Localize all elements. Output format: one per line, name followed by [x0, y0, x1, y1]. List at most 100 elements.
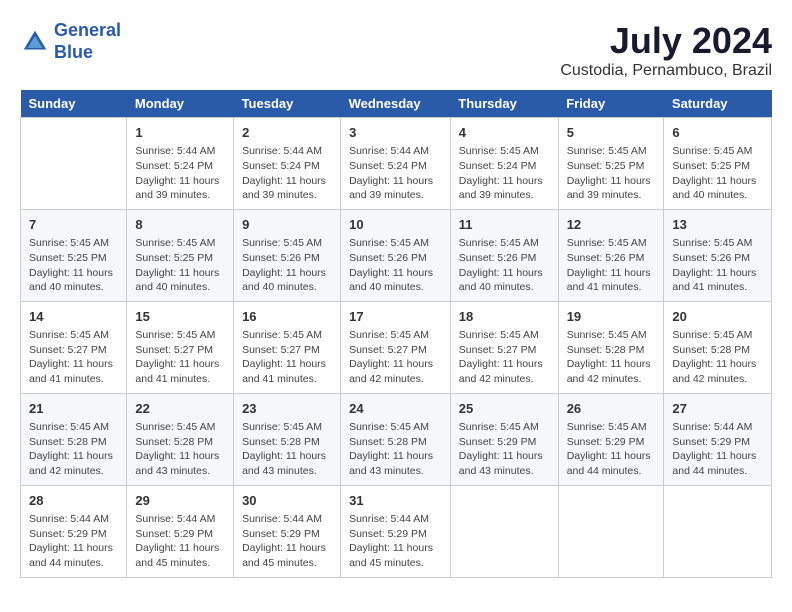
day-info: Sunrise: 5:45 AM Sunset: 5:25 PM Dayligh… [567, 144, 656, 203]
day-number: 27 [672, 400, 763, 418]
day-number: 23 [242, 400, 332, 418]
day-number: 14 [29, 308, 118, 326]
day-number: 2 [242, 124, 332, 142]
day-info: Sunrise: 5:45 AM Sunset: 5:26 PM Dayligh… [672, 236, 763, 295]
day-info: Sunrise: 5:45 AM Sunset: 5:26 PM Dayligh… [459, 236, 550, 295]
day-info: Sunrise: 5:44 AM Sunset: 5:29 PM Dayligh… [349, 512, 442, 571]
day-info: Sunrise: 5:44 AM Sunset: 5:29 PM Dayligh… [672, 420, 763, 479]
calendar-cell: 15Sunrise: 5:45 AM Sunset: 5:27 PM Dayli… [127, 301, 234, 393]
day-info: Sunrise: 5:45 AM Sunset: 5:28 PM Dayligh… [135, 420, 225, 479]
calendar-cell: 9 Sunrise: 5:45 AM Sunset: 5:26 PM Daylig… [234, 209, 341, 301]
day-number: 16 [242, 308, 332, 326]
calendar-cell: 24 Sunrise: 5:45 AM Sunset: 5:28 PM Dayli… [341, 393, 451, 485]
day-number: 28 [29, 492, 118, 510]
calendar-week-3: 14 Sunrise: 5:45 AM Sunset: 5:27 PM Dayli… [21, 301, 772, 393]
day-number: 3 [349, 124, 442, 142]
day-info: Sunrise: 5:45 AM Sunset: 5:26 PM Dayligh… [349, 236, 442, 295]
calendar-week-4: 21 Sunrise: 5:45 AM Sunset: 5:28 PM Dayli… [21, 393, 772, 485]
day-header-tuesday: Tuesday [234, 90, 341, 118]
calendar-cell [664, 485, 772, 577]
day-info: Sunrise: 5:44 AM Sunset: 5:24 PM Dayligh… [349, 144, 442, 203]
day-number: 9 [242, 216, 332, 234]
day-number: 8 [135, 216, 225, 234]
calendar-cell: 18 Sunrise: 5:45 AM Sunset: 5:27 PM Dayli… [450, 301, 558, 393]
day-header-wednesday: Wednesday [341, 90, 451, 118]
day-info: Sunrise: 5:44 AM Sunset: 5:24 PM Dayligh… [135, 144, 225, 203]
day-info: Sunrise: 5:45 AM Sunset: 5:25 PM Dayligh… [29, 236, 118, 295]
day-number: 31 [349, 492, 442, 510]
day-info: Sunrise: 5:45 AM Sunset: 5:27 PM Dayligh… [242, 328, 332, 387]
logo-icon [20, 27, 50, 57]
day-info: Sunrise: 5:45 AM Sunset: 5:28 PM Dayligh… [29, 420, 118, 479]
calendar-cell: 7 Sunrise: 5:45 AM Sunset: 5:25 PM Daylig… [21, 209, 127, 301]
calendar-cell: 29Sunrise: 5:44 AM Sunset: 5:29 PM Dayli… [127, 485, 234, 577]
calendar-cell: 14 Sunrise: 5:45 AM Sunset: 5:27 PM Dayli… [21, 301, 127, 393]
day-info: Sunrise: 5:45 AM Sunset: 5:27 PM Dayligh… [29, 328, 118, 387]
day-number: 21 [29, 400, 118, 418]
day-number: 11 [459, 216, 550, 234]
day-info: Sunrise: 5:44 AM Sunset: 5:29 PM Dayligh… [29, 512, 118, 571]
day-info: Sunrise: 5:45 AM Sunset: 5:26 PM Dayligh… [567, 236, 656, 295]
day-number: 20 [672, 308, 763, 326]
logo-line2: Blue [54, 42, 93, 62]
calendar-cell [450, 485, 558, 577]
calendar-cell: 17 Sunrise: 5:45 AM Sunset: 5:27 PM Dayli… [341, 301, 451, 393]
day-number: 26 [567, 400, 656, 418]
calendar-cell: 16 Sunrise: 5:45 AM Sunset: 5:27 PM Dayli… [234, 301, 341, 393]
day-number: 18 [459, 308, 550, 326]
day-number: 19 [567, 308, 656, 326]
day-number: 13 [672, 216, 763, 234]
day-header-friday: Friday [558, 90, 664, 118]
day-number: 22 [135, 400, 225, 418]
day-info: Sunrise: 5:45 AM Sunset: 5:28 PM Dayligh… [242, 420, 332, 479]
main-title: July 2024 [560, 20, 772, 62]
day-number: 12 [567, 216, 656, 234]
calendar-cell: 27 Sunrise: 5:44 AM Sunset: 5:29 PM Dayli… [664, 393, 772, 485]
day-info: Sunrise: 5:45 AM Sunset: 5:28 PM Dayligh… [349, 420, 442, 479]
calendar-week-2: 7 Sunrise: 5:45 AM Sunset: 5:25 PM Daylig… [21, 209, 772, 301]
calendar-cell: 11 Sunrise: 5:45 AM Sunset: 5:26 PM Dayli… [450, 209, 558, 301]
calendar-week-1: 1Sunrise: 5:44 AM Sunset: 5:24 PM Daylig… [21, 118, 772, 210]
subtitle: Custodia, Pernambuco, Brazil [560, 62, 772, 80]
day-info: Sunrise: 5:45 AM Sunset: 5:29 PM Dayligh… [567, 420, 656, 479]
calendar-cell: 26 Sunrise: 5:45 AM Sunset: 5:29 PM Dayli… [558, 393, 664, 485]
day-number: 10 [349, 216, 442, 234]
calendar-cell: 21 Sunrise: 5:45 AM Sunset: 5:28 PM Dayli… [21, 393, 127, 485]
day-number: 7 [29, 216, 118, 234]
calendar-cell: 2Sunrise: 5:44 AM Sunset: 5:24 PM Daylig… [234, 118, 341, 210]
day-info: Sunrise: 5:45 AM Sunset: 5:27 PM Dayligh… [135, 328, 225, 387]
day-number: 29 [135, 492, 225, 510]
calendar-header-row: SundayMondayTuesdayWednesdayThursdayFrid… [21, 90, 772, 118]
day-info: Sunrise: 5:44 AM Sunset: 5:29 PM Dayligh… [242, 512, 332, 571]
calendar-cell: 3 Sunrise: 5:44 AM Sunset: 5:24 PM Daylig… [341, 118, 451, 210]
day-number: 5 [567, 124, 656, 142]
day-header-sunday: Sunday [21, 90, 127, 118]
day-info: Sunrise: 5:45 AM Sunset: 5:28 PM Dayligh… [672, 328, 763, 387]
calendar-cell: 8Sunrise: 5:45 AM Sunset: 5:25 PM Daylig… [127, 209, 234, 301]
calendar-cell: 20 Sunrise: 5:45 AM Sunset: 5:28 PM Dayli… [664, 301, 772, 393]
calendar-cell: 1Sunrise: 5:44 AM Sunset: 5:24 PM Daylig… [127, 118, 234, 210]
title-block: July 2024 Custodia, Pernambuco, Brazil [560, 20, 772, 80]
logo-line1: General [54, 20, 121, 40]
day-info: Sunrise: 5:45 AM Sunset: 5:29 PM Dayligh… [459, 420, 550, 479]
calendar-week-5: 28 Sunrise: 5:44 AM Sunset: 5:29 PM Dayli… [21, 485, 772, 577]
day-info: Sunrise: 5:45 AM Sunset: 5:25 PM Dayligh… [672, 144, 763, 203]
day-info: Sunrise: 5:45 AM Sunset: 5:27 PM Dayligh… [349, 328, 442, 387]
day-number: 4 [459, 124, 550, 142]
day-info: Sunrise: 5:45 AM Sunset: 5:26 PM Dayligh… [242, 236, 332, 295]
calendar-cell: 25Sunrise: 5:45 AM Sunset: 5:29 PM Dayli… [450, 393, 558, 485]
page-header: General Blue July 2024 Custodia, Pernamb… [20, 20, 772, 80]
calendar-cell: 12 Sunrise: 5:45 AM Sunset: 5:26 PM Dayli… [558, 209, 664, 301]
day-number: 24 [349, 400, 442, 418]
logo-text: General Blue [54, 20, 121, 63]
calendar-cell: 23 Sunrise: 5:45 AM Sunset: 5:28 PM Dayli… [234, 393, 341, 485]
day-number: 17 [349, 308, 442, 326]
day-info: Sunrise: 5:45 AM Sunset: 5:27 PM Dayligh… [459, 328, 550, 387]
calendar-cell: 31 Sunrise: 5:44 AM Sunset: 5:29 PM Dayli… [341, 485, 451, 577]
calendar-cell [558, 485, 664, 577]
day-header-thursday: Thursday [450, 90, 558, 118]
calendar-cell: 13 Sunrise: 5:45 AM Sunset: 5:26 PM Dayli… [664, 209, 772, 301]
calendar-cell: 30Sunrise: 5:44 AM Sunset: 5:29 PM Dayli… [234, 485, 341, 577]
day-header-saturday: Saturday [664, 90, 772, 118]
calendar-cell: 22 Sunrise: 5:45 AM Sunset: 5:28 PM Dayli… [127, 393, 234, 485]
